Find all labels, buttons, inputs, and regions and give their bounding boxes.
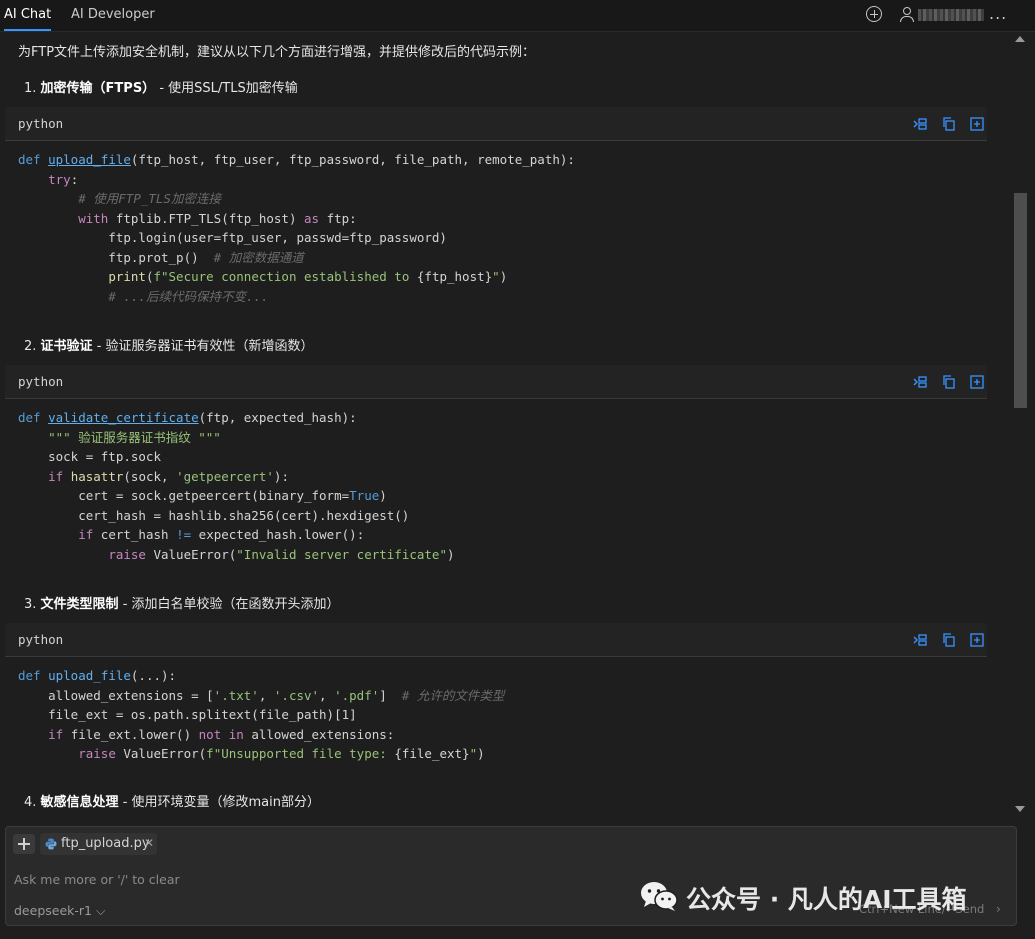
code-line: ftp.login(user=ftp_user, passwd=ftp_pass… <box>18 230 447 245</box>
section-heading-4: 4. 敏感信息处理 - 使用环境变量（修改main部分） <box>24 795 320 810</box>
scrollbar-track[interactable] <box>1013 32 1035 816</box>
code-block-2: python def validate_certificate(ftp, exp… <box>5 365 987 570</box>
code-line: if file_ext.lower() not in allowed_exten… <box>48 726 395 742</box>
new-file-icon[interactable] <box>970 633 984 647</box>
new-file-icon[interactable] <box>970 375 984 389</box>
code-line: try: <box>48 171 79 187</box>
code-line: # 使用FTP_TLS加密连接 <box>78 191 221 206</box>
code-line: cert = sock.getpeercert(binary_form=True… <box>18 488 387 503</box>
insert-code-icon[interactable] <box>913 633 927 647</box>
code-line: ftp.prot_p() # 加密数据通道 <box>18 249 304 265</box>
section-heading-2: 2. 证书验证 - 验证服务器证书有效性（新增函数） <box>24 339 314 354</box>
code-line: sock = ftp.sock <box>18 449 161 464</box>
plus-circle-icon[interactable] <box>866 6 882 22</box>
chat-response: 为FTP文件上传添加安全机制，建议从以下几个方面进行增强，并提供修改后的代码示例… <box>0 32 1013 816</box>
code-line: cert_hash = hashlib.sha256(cert).hexdige… <box>18 507 410 523</box>
wechat-logo-icon <box>641 882 678 911</box>
code-line: if hasattr(sock, 'getpeercert'): <box>48 468 289 484</box>
code-line: raise ValueError("Invalid server certifi… <box>108 546 455 562</box>
new-file-icon[interactable] <box>970 117 984 131</box>
send-icon[interactable]: › <box>996 902 1001 916</box>
code-block-header: python <box>5 107 987 141</box>
code-block-header: python <box>5 623 987 657</box>
insert-code-icon[interactable] <box>913 117 927 131</box>
response-intro: 为FTP文件上传添加安全机制，建议从以下几个方面进行增强，并提供修改后的代码示例… <box>18 45 536 60</box>
code-language: python <box>18 116 64 131</box>
code-line: with ftplib.FTP_TLS(ftp_host) as ftp: <box>78 210 357 226</box>
watermark-text: 公众号 · 凡人的AI工具箱 <box>686 885 967 914</box>
code-line: def upload_file(ftp_host, ftp_user, ftp_… <box>18 152 575 167</box>
code-content: def upload_file(ftp_host, ftp_user, ftp_… <box>18 150 575 306</box>
copy-icon[interactable] <box>942 117 956 131</box>
code-content: def upload_file(...): allowed_extensions… <box>18 666 504 764</box>
account-icon[interactable] <box>900 6 914 22</box>
more-options-button[interactable]: ... <box>989 4 1007 23</box>
blurred-username <box>918 9 984 21</box>
tab-ai-developer[interactable]: AI Developer <box>71 0 155 31</box>
code-line: raise ValueError(f"Unsupported file type… <box>78 746 485 761</box>
scroll-up-arrow-icon[interactable] <box>1015 36 1025 42</box>
attached-file-name: ftp_upload.py <box>61 836 150 851</box>
code-block-1: python def upload_file(ftp_host, ftp_use… <box>5 107 987 312</box>
python-file-icon <box>45 838 57 850</box>
insert-code-icon[interactable] <box>913 375 927 389</box>
section-heading-3: 3. 文件类型限制 - 添加白名单校验（在函数开头添加） <box>24 597 340 612</box>
code-content: def validate_certificate(ftp, expected_h… <box>18 408 455 564</box>
copy-icon[interactable] <box>942 375 956 389</box>
code-line: allowed_extensions = ['.txt', '.csv', '.… <box>18 687 505 703</box>
attached-file-chip[interactable]: ftp_upload.py ✕ <box>40 833 157 855</box>
code-line: def upload_file(...): <box>18 668 177 683</box>
code-language: python <box>18 374 64 389</box>
chevron-down-icon: ⌵ <box>95 903 106 918</box>
scroll-down-arrow-icon[interactable] <box>1015 806 1025 812</box>
model-name: deepseek-r1 <box>14 903 92 918</box>
code-line: print(f"Secure connection established to… <box>108 269 508 284</box>
model-selector[interactable]: deepseek-r1 ⌵ <box>14 903 105 919</box>
code-line: """ 验证服务器证书指纹 """ <box>48 429 221 445</box>
code-block-header: python <box>5 365 987 399</box>
scrollbar-thumb[interactable] <box>1014 193 1027 408</box>
code-language: python <box>18 632 64 647</box>
add-context-button[interactable] <box>13 834 35 854</box>
copy-icon[interactable] <box>942 633 956 647</box>
chat-input[interactable]: Ask me more or '/' to clear <box>14 872 180 887</box>
section-heading-1: 1. 加密传输（FTPS） - 使用SSL/TLS加密传输 <box>24 81 298 96</box>
tab-ai-chat[interactable]: AI Chat <box>4 0 52 31</box>
code-line: def validate_certificate(ftp, expected_h… <box>18 410 357 425</box>
code-block-3: python def upload_file(...): allowed_ext… <box>5 623 987 768</box>
code-line: if cert_hash != expected_hash.lower(): <box>78 527 365 542</box>
close-icon[interactable]: ✕ <box>144 836 154 850</box>
tab-bar: AI Chat AI Developer ... <box>0 0 1035 32</box>
code-line: # ...后续代码保持不变... <box>108 288 269 304</box>
code-line: file_ext = os.path.splitext(file_path)[1… <box>18 707 357 722</box>
